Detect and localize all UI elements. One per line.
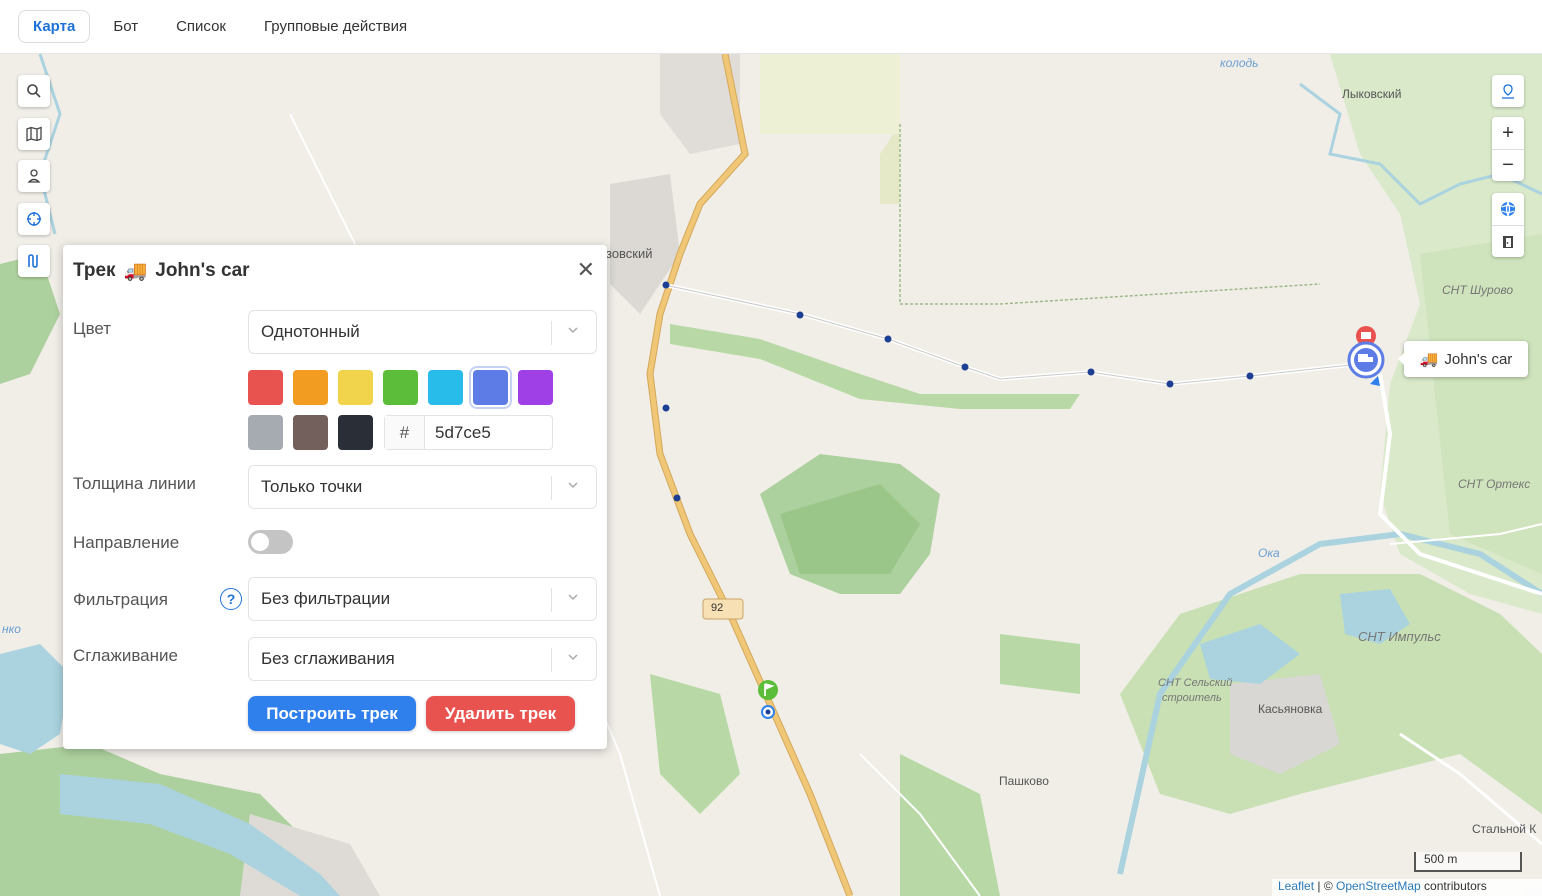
- panel-title-prefix: Трек: [73, 260, 116, 281]
- color-swatch-green[interactable]: [383, 370, 418, 405]
- thickness-label: Толщина линии: [73, 474, 196, 493]
- panel-title-name: John's car: [155, 260, 250, 281]
- osm-link[interactable]: OpenStreetMap: [1336, 879, 1421, 893]
- car-popup-label[interactable]: 🚚 John's car: [1398, 341, 1528, 377]
- track-route-icon[interactable]: [18, 245, 50, 277]
- car-name: John's car: [1444, 350, 1513, 368]
- attribution-rest: contributors: [1420, 879, 1487, 893]
- zoom-in-icon[interactable]: +: [1492, 117, 1524, 149]
- map-label-snt-impuls: СНТ Импульс: [1358, 629, 1441, 644]
- color-swatch-purple[interactable]: [518, 370, 553, 405]
- tab-group-actions[interactable]: Групповые действия: [249, 10, 422, 43]
- filter-select[interactable]: Без фильтрации: [248, 577, 597, 621]
- help-icon[interactable]: ?: [220, 588, 242, 610]
- zoom-control: + −: [1492, 117, 1524, 181]
- color-label: Цвет: [73, 319, 112, 338]
- truck-icon: 🚚: [1419, 351, 1439, 368]
- attribution-separator: | ©: [1314, 879, 1336, 893]
- map-scale: 500 m: [1414, 852, 1522, 872]
- thickness-select[interactable]: Только точки: [248, 465, 597, 509]
- color-swatch-orange[interactable]: [293, 370, 328, 405]
- direction-toggle[interactable]: [248, 530, 293, 554]
- map-layers-icon[interactable]: [18, 118, 50, 150]
- panel-title: Трек 🚚 John's car: [73, 259, 250, 283]
- map-label-snt-shurovo: СНТ Шурово: [1442, 283, 1514, 297]
- color-swatch-black[interactable]: [338, 415, 373, 450]
- truck-icon: 🚚: [123, 261, 148, 282]
- top-navigation: Карта Бот Список Групповые действия: [0, 0, 1542, 54]
- color-mode-value: Однотонный: [261, 322, 360, 341]
- map-label-lykovsky: Лыковский: [1342, 87, 1402, 101]
- map-label-snt-selsky: СНТ Сельский: [1158, 677, 1233, 689]
- chevron-down-icon: [568, 327, 578, 334]
- smoothing-select[interactable]: Без сглаживания: [248, 637, 597, 681]
- leaflet-link[interactable]: Leaflet: [1278, 879, 1314, 893]
- geo-control: [1492, 75, 1524, 107]
- crosshair-icon[interactable]: [18, 203, 50, 235]
- color-swatch-gray[interactable]: [248, 415, 283, 450]
- globe-icon[interactable]: [1492, 193, 1524, 225]
- smoothing-label: Сглаживание: [73, 646, 178, 665]
- track-panel: Трек 🚚 John's car ✕ Цвет Однотонный # 5d…: [63, 245, 607, 749]
- tab-list[interactable]: Список: [161, 10, 241, 43]
- delete-track-button[interactable]: Удалить трек: [426, 696, 575, 731]
- filter-label: Фильтрация: [73, 590, 169, 609]
- direction-label: Направление: [73, 533, 180, 552]
- map-label-kasyanovka: Касьяновка: [1258, 702, 1323, 716]
- map-label-stalnoy: Стальной К: [1472, 822, 1537, 836]
- map-pin-user-icon[interactable]: [1492, 75, 1524, 107]
- hex-hash: #: [385, 416, 425, 449]
- chevron-down-icon: [568, 482, 578, 489]
- color-mode-select[interactable]: Однотонный: [248, 310, 597, 354]
- tab-map[interactable]: Карта: [18, 10, 91, 43]
- map-label-pashkovo: Пашково: [999, 774, 1049, 788]
- exit-door-icon[interactable]: [1492, 225, 1524, 257]
- hex-color-input[interactable]: # 5d7ce5: [384, 415, 553, 450]
- chevron-down-icon: [568, 594, 578, 601]
- map-label-river-top: колодь: [1220, 56, 1259, 70]
- thickness-value: Только точки: [261, 477, 363, 496]
- color-swatch-blue[interactable]: [473, 370, 508, 405]
- search-icon[interactable]: [18, 75, 50, 107]
- map-label-snt-ortmeks: СНТ Ортекс: [1458, 477, 1531, 491]
- color-swatch-yellow[interactable]: [338, 370, 373, 405]
- map-label-oka: Ока: [1258, 546, 1280, 560]
- user-location-icon[interactable]: [18, 160, 50, 192]
- build-track-button[interactable]: Построить трек: [248, 696, 416, 731]
- filter-value: Без фильтрации: [261, 589, 391, 608]
- hex-value: 5d7ce5: [435, 422, 491, 442]
- extra-controls: [1492, 193, 1524, 257]
- smoothing-value: Без сглаживания: [261, 649, 395, 668]
- close-icon[interactable]: ✕: [577, 259, 595, 281]
- map-label-ozovsky: зовский: [606, 246, 653, 261]
- zoom-out-icon[interactable]: −: [1492, 149, 1524, 181]
- color-swatch-cyan[interactable]: [428, 370, 463, 405]
- color-swatch-brown[interactable]: [293, 415, 328, 450]
- color-swatch-red[interactable]: [248, 370, 283, 405]
- tab-bot[interactable]: Бот: [98, 10, 153, 43]
- map-attribution: Leaflet | © OpenStreetMap contributors: [1272, 879, 1542, 896]
- road-badge: 92: [711, 602, 724, 614]
- map-label-snt-selsky-2: строитель: [1162, 692, 1222, 704]
- map-label-river-left: нко: [2, 622, 21, 636]
- chevron-down-icon: [568, 654, 578, 661]
